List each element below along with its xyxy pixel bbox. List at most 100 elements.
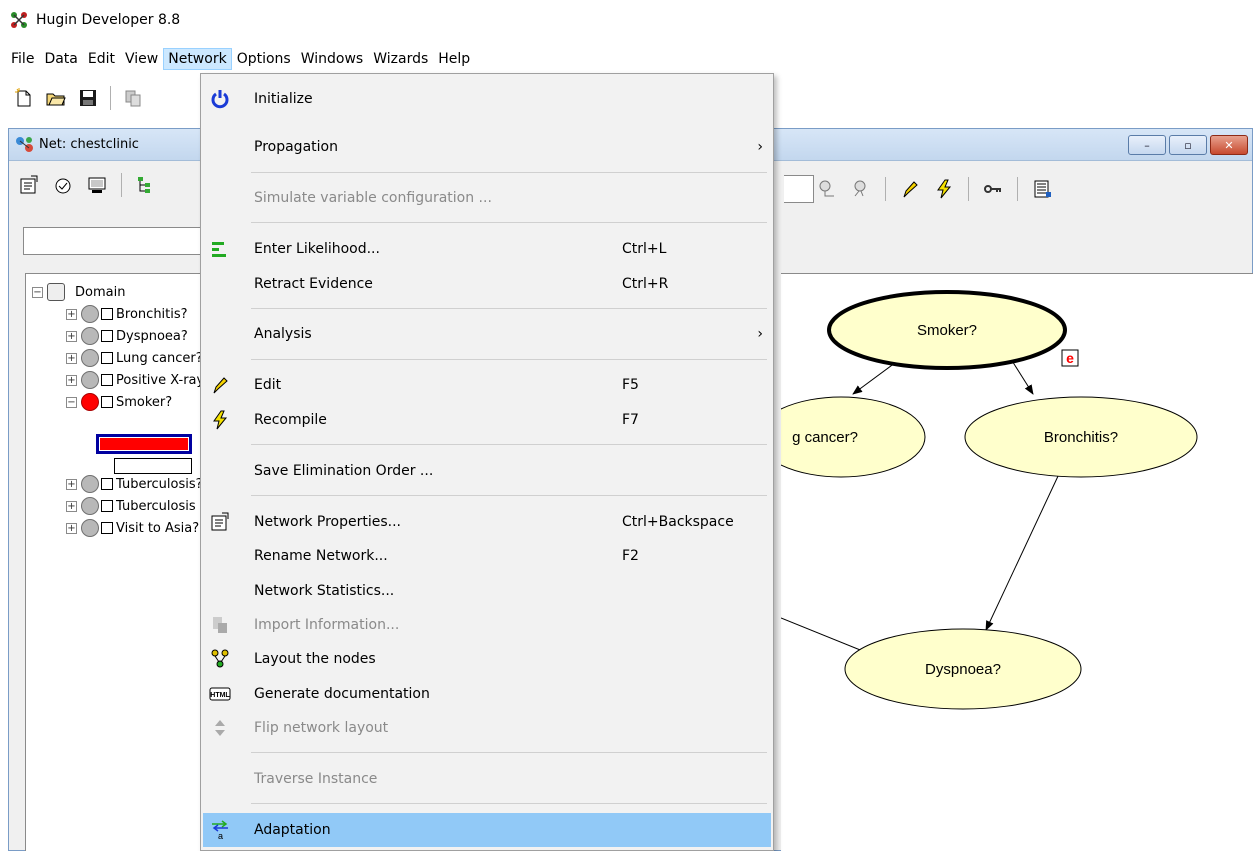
network-menu-dropdown: Initialize Propagation › Simulate variab… (200, 73, 774, 851)
layout-icon (209, 648, 231, 670)
properties-icon (209, 511, 231, 533)
network-graph-panel: Smoker? e g cancer? Bronchitis? Dyspnoea… (781, 273, 1253, 851)
main-menubar: File Data Edit View Network Options Wind… (0, 46, 1253, 72)
menu-view[interactable]: View (120, 48, 163, 70)
menu-item-propagation[interactable]: Propagation › (203, 130, 771, 164)
tree-node-row[interactable]: + Positive X-ray? (66, 370, 211, 390)
domain-icon (47, 283, 65, 301)
node-state-indicator (81, 475, 99, 493)
tree-node-row[interactable]: + Lung cancer? (66, 348, 203, 368)
menu-file[interactable]: File (6, 48, 39, 70)
menu-network[interactable]: Network (163, 48, 232, 70)
toolbar-separator (121, 173, 122, 197)
minimize-button[interactable]: – (1128, 135, 1166, 155)
node-checkbox[interactable] (101, 330, 113, 342)
tree-node-row[interactable]: + Dyspnoea? (66, 326, 188, 346)
menu-item-recompile[interactable]: Recompile F7 (203, 403, 771, 437)
propagate-icon[interactable] (817, 179, 837, 199)
node-search-combobox[interactable] (23, 227, 213, 255)
expand-toggle[interactable]: + (66, 478, 77, 490)
menu-item-import-information: Import Information... (203, 608, 771, 642)
network-toolbar-right (817, 175, 1052, 203)
node-bronchitis-label: Bronchitis? (1044, 429, 1118, 446)
properties-icon[interactable] (19, 175, 39, 195)
svg-text:a: a (218, 831, 223, 840)
toolbar-separator (968, 177, 969, 201)
menu-item-edit[interactable]: Edit F5 (203, 368, 771, 402)
expand-toggle[interactable]: + (66, 352, 77, 364)
menu-separator (251, 752, 767, 753)
tree-node-row[interactable]: + Tuberculosis? (66, 474, 203, 494)
app-titlebar: Hugin Developer 8.8 (0, 0, 1253, 40)
close-button[interactable]: ✕ (1210, 135, 1248, 155)
collapse-toggle[interactable]: − (32, 286, 43, 298)
submenu-arrow-icon: › (757, 139, 763, 155)
save-disk-icon[interactable] (78, 88, 98, 108)
html-icon: HTML (209, 683, 231, 705)
menu-item-save-elimination-order[interactable]: Save Elimination Order ... (203, 454, 771, 488)
menu-item-layout-nodes[interactable]: Layout the nodes (203, 642, 771, 676)
node-checkbox[interactable] (101, 374, 113, 386)
tree-node-row[interactable]: + Bronchitis? (66, 304, 188, 324)
expand-toggle[interactable]: + (66, 308, 77, 320)
expand-toggle[interactable]: + (66, 374, 77, 386)
menu-item-shortcut: F2 (622, 548, 639, 564)
menu-wizards[interactable]: Wizards (368, 48, 433, 70)
node-checkbox[interactable] (101, 352, 113, 364)
expand-toggle[interactable]: + (66, 500, 77, 512)
node-checkbox[interactable] (101, 478, 113, 490)
tree-node-row[interactable]: + Tuberculosis or cancer? (66, 496, 215, 516)
copy-icon[interactable] (123, 88, 143, 108)
smoker-state-bar-no[interactable] (114, 458, 192, 474)
pencil-icon[interactable] (900, 179, 920, 199)
node-checkbox[interactable] (101, 500, 113, 512)
maximize-button[interactable]: ▫ (1169, 135, 1207, 155)
menu-item-network-properties[interactable]: Network Properties... Ctrl+Backspace (203, 505, 771, 539)
key-icon[interactable] (983, 179, 1003, 199)
expand-toggle[interactable]: + (66, 330, 77, 342)
tree-view-icon[interactable] (136, 175, 156, 195)
node-checkbox[interactable] (101, 308, 113, 320)
smoker-state-bar-yes[interactable] (96, 434, 192, 454)
menu-item-adaptation[interactable]: a Adaptation (203, 813, 771, 847)
node-checkbox[interactable] (101, 522, 113, 534)
menu-item-flip-network-layout: Flip network layout (203, 711, 771, 745)
monitor-icon[interactable] (87, 175, 107, 195)
lightning-icon (209, 409, 231, 431)
open-folder-icon[interactable] (46, 88, 66, 108)
collapse-toggle[interactable]: − (66, 396, 77, 408)
menu-item-generate-documentation[interactable]: HTML Generate documentation (203, 677, 771, 711)
menu-item-rename-network[interactable]: Rename Network... F2 (203, 539, 771, 573)
menu-item-initialize[interactable]: Initialize (203, 82, 771, 116)
edit-node-icon[interactable] (53, 175, 73, 195)
menu-item-retract-evidence[interactable]: Retract Evidence Ctrl+R (203, 267, 771, 301)
menu-item-analysis[interactable]: Analysis › (203, 317, 771, 351)
menu-edit[interactable]: Edit (83, 48, 120, 70)
likelihood-icon (209, 238, 231, 260)
menu-item-enter-likelihood[interactable]: Enter Likelihood... Ctrl+L (203, 232, 771, 266)
menu-item-simulate: Simulate variable configuration ... (203, 181, 771, 215)
menu-help[interactable]: Help (433, 48, 475, 70)
table-icon[interactable] (1032, 179, 1052, 199)
tree-root-row[interactable]: − Domain (32, 282, 125, 302)
tree-node-row[interactable]: + Visit to Asia? (66, 518, 199, 538)
menu-item-label: Retract Evidence (254, 276, 373, 292)
menu-data[interactable]: Data (39, 48, 82, 70)
pencil-icon (209, 374, 231, 396)
menu-options[interactable]: Options (232, 48, 296, 70)
tree-node-label: Bronchitis? (116, 306, 188, 322)
menu-separator (251, 803, 767, 804)
menu-item-network-statistics[interactable]: Network Statistics... (203, 574, 771, 608)
menu-separator (251, 444, 767, 445)
tree-node-label: Lung cancer? (116, 350, 203, 366)
tree-node-row-selected[interactable]: − Smoker? (66, 392, 172, 412)
node-checkbox[interactable] (101, 396, 113, 408)
retract-icon[interactable] (851, 179, 871, 199)
expand-toggle[interactable]: + (66, 522, 77, 534)
lightning-icon[interactable] (934, 179, 954, 199)
tree-node-label: Dyspnoea? (116, 328, 188, 344)
adaptation-icon: a (209, 819, 231, 841)
menu-windows[interactable]: Windows (296, 48, 369, 70)
new-file-icon[interactable] (14, 88, 34, 108)
menu-item-label: Adaptation (254, 822, 331, 838)
